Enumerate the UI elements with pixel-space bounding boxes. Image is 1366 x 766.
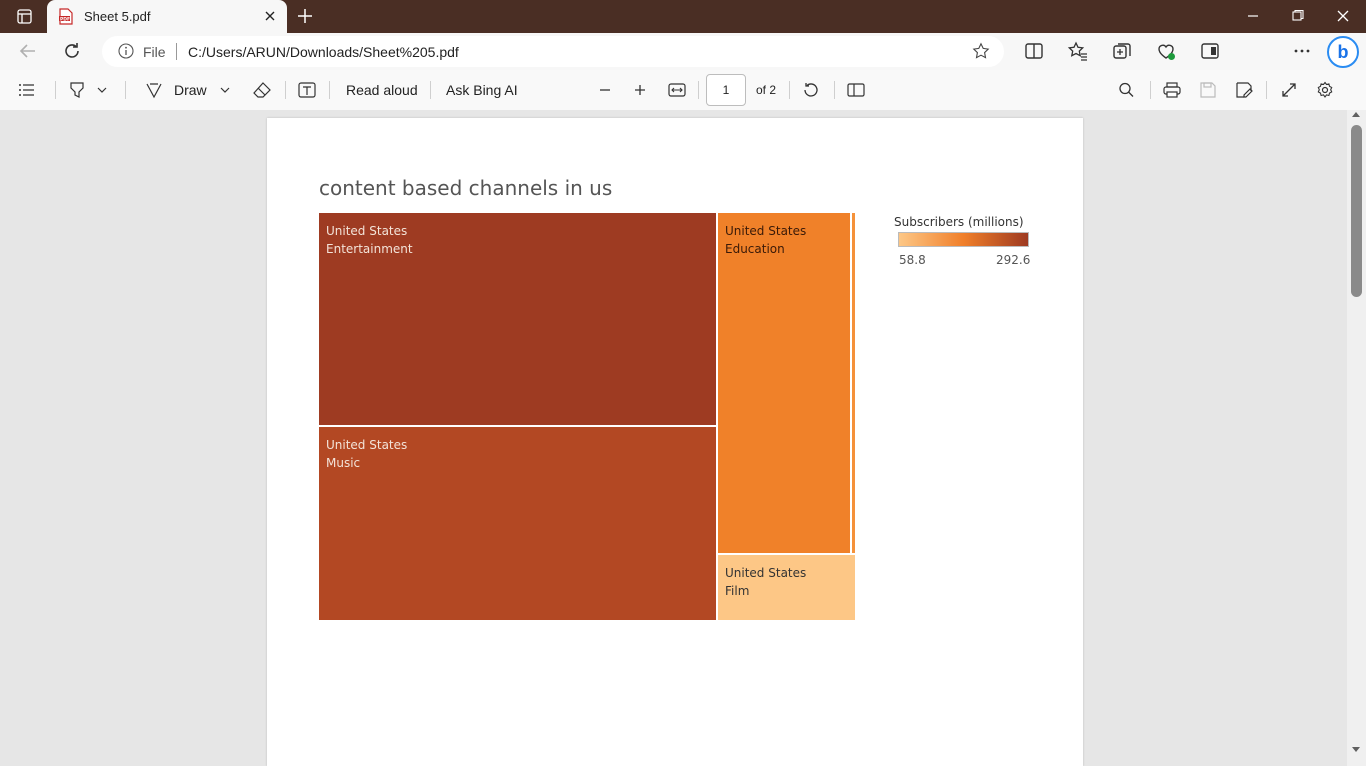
divider <box>789 81 790 99</box>
chart-title: content based channels in us <box>319 176 613 200</box>
tab-actions-icon[interactable] <box>10 6 38 28</box>
split-screen-icon[interactable] <box>1023 40 1045 62</box>
rotate-icon[interactable] <box>801 81 821 99</box>
settings-gear-icon[interactable] <box>1315 81 1335 99</box>
scroll-down-arrow-icon[interactable] <box>1352 747 1360 752</box>
vertical-scrollbar[interactable] <box>1347 110 1366 766</box>
minimize-icon[interactable] <box>1244 8 1262 24</box>
browser-essentials-icon[interactable] <box>1155 40 1177 62</box>
read-aloud-button[interactable]: Read aloud <box>346 82 418 98</box>
divider <box>1150 81 1151 99</box>
ask-bing-button[interactable]: Ask Bing AI <box>446 82 518 98</box>
zoom-out-icon[interactable] <box>596 81 614 99</box>
refresh-icon[interactable] <box>61 40 83 62</box>
treemap-tile: United States Music <box>319 427 716 620</box>
page-view-icon[interactable] <box>846 81 866 99</box>
scrollbar-thumb[interactable] <box>1351 125 1362 297</box>
chevron-down-icon[interactable] <box>96 81 108 99</box>
highlight-icon[interactable] <box>67 81 87 99</box>
back-arrow-icon[interactable] <box>17 40 39 62</box>
scroll-up-arrow-icon[interactable] <box>1352 112 1360 117</box>
bing-copilot-icon[interactable]: b <box>1327 36 1359 68</box>
divider <box>698 81 699 99</box>
pdf-toolbar: Draw Read aloud Ask Bing AI 1 of 2 <box>0 70 1366 111</box>
legend-max-label: 292.6 <box>996 253 1031 267</box>
divider <box>1266 81 1267 99</box>
sidebar-toggle-icon[interactable] <box>1199 40 1221 62</box>
tile-category: Music <box>326 456 361 470</box>
close-window-icon[interactable] <box>1334 8 1352 24</box>
treemap: United States Entertainment United State… <box>319 213 856 620</box>
tile-category: Entertainment <box>326 242 413 256</box>
pdf-page: content based channels in us United Stat… <box>267 118 1083 766</box>
svg-text:PDF: PDF <box>60 16 70 22</box>
treemap-tile: United States Entertainment <box>319 213 716 425</box>
contents-list-icon[interactable] <box>17 81 37 99</box>
fullscreen-icon[interactable] <box>1279 81 1299 99</box>
divider <box>329 81 330 99</box>
address-field[interactable]: File C:/Users/ARUN/Downloads/Sheet%205.p… <box>102 36 1004 67</box>
zoom-in-icon[interactable] <box>631 81 649 99</box>
divider <box>430 81 431 99</box>
treemap-tile <box>852 213 855 553</box>
tile-label: United States <box>326 438 408 452</box>
draw-pen-icon[interactable] <box>144 81 164 99</box>
address-bar-row: File C:/Users/ARUN/Downloads/Sheet%205.p… <box>0 33 1366 95</box>
divider <box>125 81 126 99</box>
save-as-icon[interactable] <box>1234 81 1254 99</box>
favorite-star-icon[interactable] <box>972 42 990 60</box>
tile-label: United States <box>725 224 807 238</box>
print-icon[interactable] <box>1162 81 1182 99</box>
restore-icon[interactable] <box>1288 8 1306 24</box>
treemap-tile: United States Film <box>718 555 855 620</box>
page-number-input[interactable]: 1 <box>706 74 746 106</box>
tile-label: United States <box>326 224 408 238</box>
more-options-icon[interactable] <box>1291 40 1313 62</box>
add-text-icon[interactable] <box>297 81 317 99</box>
treemap-tile: United States Education <box>718 213 850 553</box>
save-icon[interactable] <box>1198 81 1218 99</box>
browser-tab[interactable]: PDF Sheet 5.pdf <box>47 0 287 33</box>
collections-icon[interactable] <box>1111 40 1133 62</box>
divider <box>285 81 286 99</box>
legend-min-label: 58.8 <box>899 253 926 267</box>
pdf-viewport[interactable]: content based channels in us United Stat… <box>0 110 1366 766</box>
draw-button[interactable]: Draw <box>174 82 207 98</box>
pdf-file-icon: PDF <box>58 8 74 25</box>
search-icon[interactable] <box>1117 81 1137 99</box>
chevron-down-icon[interactable] <box>219 81 231 99</box>
favorites-icon[interactable] <box>1067 40 1089 62</box>
tile-category: Education <box>725 242 785 256</box>
new-tab-icon[interactable] <box>295 6 315 26</box>
url-text[interactable]: C:/Users/ARUN/Downloads/Sheet%205.pdf <box>188 44 459 60</box>
eraser-icon[interactable] <box>252 81 272 99</box>
close-tab-icon[interactable] <box>262 8 278 24</box>
title-bar: PDF Sheet 5.pdf <box>0 0 1366 33</box>
page-count: of 2 <box>756 83 777 97</box>
divider <box>834 81 835 99</box>
scheme-label: File <box>143 44 166 60</box>
tile-category: Film <box>725 584 750 598</box>
divider <box>176 43 177 60</box>
divider <box>55 81 56 99</box>
legend-color-ramp <box>898 232 1029 247</box>
legend-title: Subscribers (millions) <box>894 215 1024 229</box>
tile-label: United States <box>725 566 807 580</box>
tab-title: Sheet 5.pdf <box>84 9 151 24</box>
fit-width-icon[interactable] <box>667 81 687 99</box>
info-icon[interactable] <box>118 43 134 59</box>
